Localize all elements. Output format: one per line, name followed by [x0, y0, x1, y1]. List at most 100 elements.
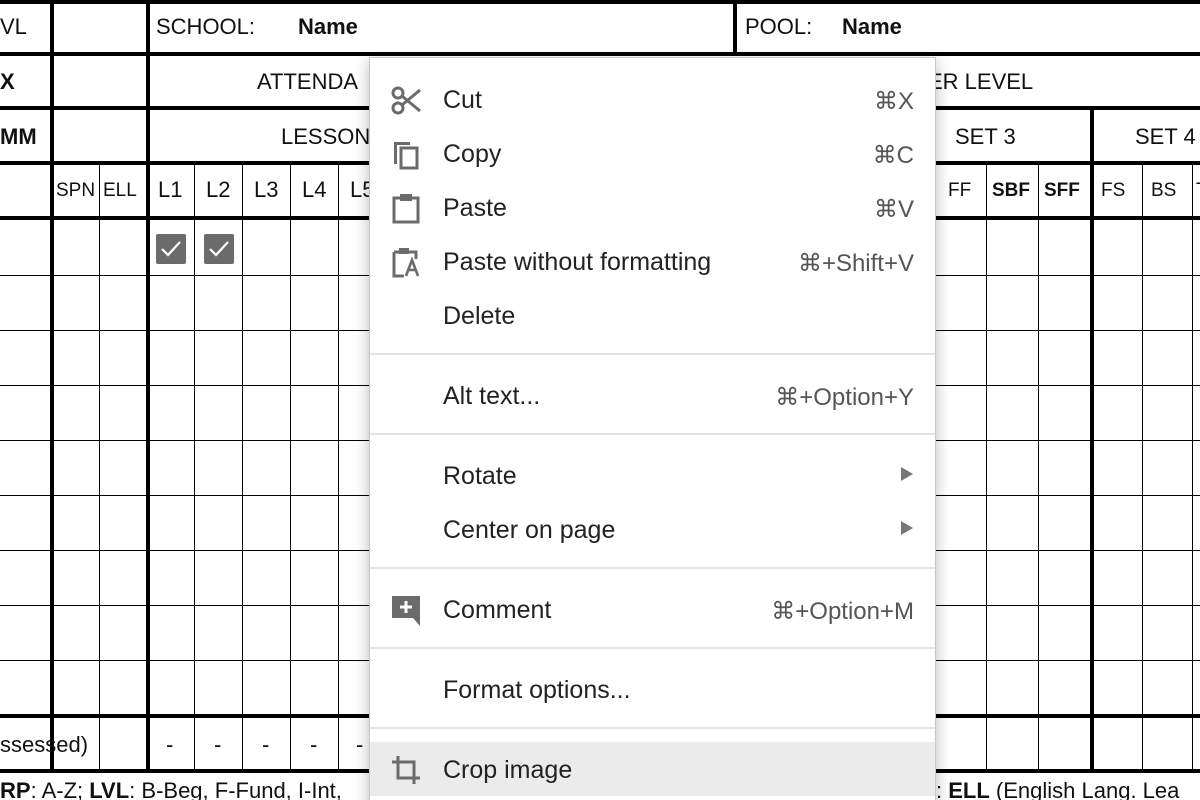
menu-item-label: Copy	[443, 140, 502, 168]
comm-header: MM	[0, 124, 37, 149]
dash-cell: -	[262, 732, 270, 757]
menu-item-label: Cut	[443, 86, 482, 114]
lessons-header: LESSON	[281, 124, 371, 149]
legend-ell-pre: :	[936, 778, 949, 800]
menu-item-label: Comment	[443, 596, 552, 624]
legend-ell-text: (English Lang. Lea	[989, 778, 1180, 800]
menu-separator	[370, 567, 935, 569]
t-column-header: T	[1196, 181, 1200, 200]
grid-line	[50, 0, 54, 772]
menu-item-label: Center on page	[443, 516, 616, 544]
legend-ell-label: ELL	[948, 778, 990, 800]
menu-item-paste-without-formatting[interactable]: Paste without formatting ⌘+Shift+V	[370, 234, 935, 288]
copy-icon	[390, 138, 422, 170]
checkmark-icon	[209, 241, 229, 257]
menu-item-label: Paste	[443, 194, 507, 222]
legend-lvl-text: : B-Beg, F-Fund, I-Int,	[129, 778, 342, 800]
dash-cell: -	[214, 732, 222, 757]
crop-icon	[390, 754, 422, 786]
menu-item-shortcut: ⌘C	[872, 142, 914, 169]
ff-column-header: FF	[948, 180, 972, 201]
checkmark-icon	[161, 241, 181, 257]
menu-item-paste[interactable]: Paste ⌘V	[370, 180, 935, 234]
checked-checkbox-l2[interactable]	[204, 234, 234, 264]
paste-plain-icon	[390, 246, 422, 278]
dash-cell: -	[310, 732, 318, 757]
menu-separator	[370, 353, 935, 355]
menu-item-center-on-page[interactable]: Center on page	[370, 502, 935, 556]
menu-item-label: Alt text...	[443, 382, 541, 410]
x-header: X	[0, 69, 15, 94]
school-label: SCHOOL:	[156, 14, 256, 39]
sff-column-header: SFF	[1044, 180, 1080, 201]
grid-line	[146, 0, 150, 772]
grid-line	[986, 164, 987, 770]
grid-line	[1192, 164, 1193, 770]
menu-item-alt-text[interactable]: Alt text... ⌘+Option+Y	[370, 368, 935, 422]
pool-label: POOL:	[745, 14, 813, 39]
grid-line	[99, 164, 100, 770]
menu-item-shortcut: ⌘X	[873, 88, 914, 115]
submenu-arrow-icon	[901, 467, 913, 481]
set3-header: SET 3	[955, 124, 1016, 149]
grid-line	[242, 164, 243, 770]
set4-header: SET 4	[1135, 124, 1196, 149]
menu-item-label: Rotate	[443, 462, 517, 490]
menu-item-copy[interactable]: Copy ⌘C	[370, 126, 935, 180]
menu-item-format-options[interactable]: Format options...	[370, 662, 935, 716]
fs-column-header: FS	[1101, 180, 1126, 201]
menu-item-crop-image[interactable]: Crop image	[370, 742, 935, 796]
school-name: Name	[298, 14, 358, 39]
grid-line	[733, 0, 737, 55]
grid-line	[0, 0, 1200, 4]
menu-separator	[370, 647, 935, 649]
menu-item-delete[interactable]: Delete	[370, 288, 935, 342]
clipboard-icon	[390, 192, 422, 224]
lesson-column-header: L2	[206, 177, 231, 202]
grid-line	[1142, 164, 1143, 770]
menu-item-shortcut: ⌘+Option+M	[771, 598, 914, 625]
legend-lvl-label: LVL	[89, 778, 130, 800]
pool-name: Name	[842, 14, 902, 39]
sbf-column-header: SBF	[992, 180, 1030, 201]
menu-item-shortcut: ⌘+Option+Y	[775, 384, 914, 411]
grid-line	[338, 164, 339, 770]
menu-item-rotate[interactable]: Rotate	[370, 448, 935, 502]
legend-left: RP: A-Z; LVL: B-Beg, F-Fund, I-Int,	[0, 780, 342, 800]
assessed-label: ssessed)	[0, 732, 89, 757]
menu-item-comment[interactable]: Comment ⌘+Option+M	[370, 582, 935, 636]
menu-item-label: Delete	[443, 302, 516, 330]
legend-grp-text: : A-Z;	[30, 778, 90, 800]
attendance-header: ATTENDA	[257, 69, 359, 94]
checked-checkbox-l1[interactable]	[156, 234, 186, 264]
grid-line	[194, 164, 195, 770]
grid-line	[1038, 164, 1039, 770]
grid-line	[0, 52, 1200, 56]
menu-item-label: Crop image	[443, 756, 573, 784]
menu-separator	[370, 433, 935, 435]
lvl-header: VL	[0, 14, 27, 39]
menu-item-shortcut: ⌘+Shift+V	[797, 250, 914, 277]
legend-grp-label: RP	[0, 778, 31, 800]
dash-cell: -	[166, 732, 174, 757]
menu-item-label: Format options...	[443, 676, 631, 704]
menu-separator	[370, 727, 935, 729]
legend-right: : ELL (English Lang. Lea	[936, 780, 1179, 800]
lesson-column-header: L1	[158, 177, 183, 202]
lesson-column-header: L4	[302, 177, 327, 202]
menu-item-cut[interactable]: Cut ⌘X	[370, 72, 935, 126]
menu-item-label: Paste without formatting	[443, 248, 712, 276]
dash-cell: -	[356, 732, 364, 757]
context-menu: Cut ⌘X Copy ⌘C Paste ⌘V Paste without fo…	[369, 57, 936, 800]
submenu-arrow-icon	[901, 521, 913, 535]
spn-column-header: SPN	[56, 180, 96, 201]
scissors-icon	[390, 84, 422, 116]
grid-line	[290, 164, 291, 770]
bs-column-header: BS	[1151, 180, 1177, 201]
per-level-header: ER LEVEL	[928, 69, 1034, 94]
ell-column-header: ELL	[103, 180, 137, 201]
lesson-column-header: L3	[254, 177, 279, 202]
menu-item-shortcut: ⌘V	[873, 196, 914, 223]
grid-line	[1090, 109, 1094, 770]
add-comment-icon	[390, 594, 422, 626]
